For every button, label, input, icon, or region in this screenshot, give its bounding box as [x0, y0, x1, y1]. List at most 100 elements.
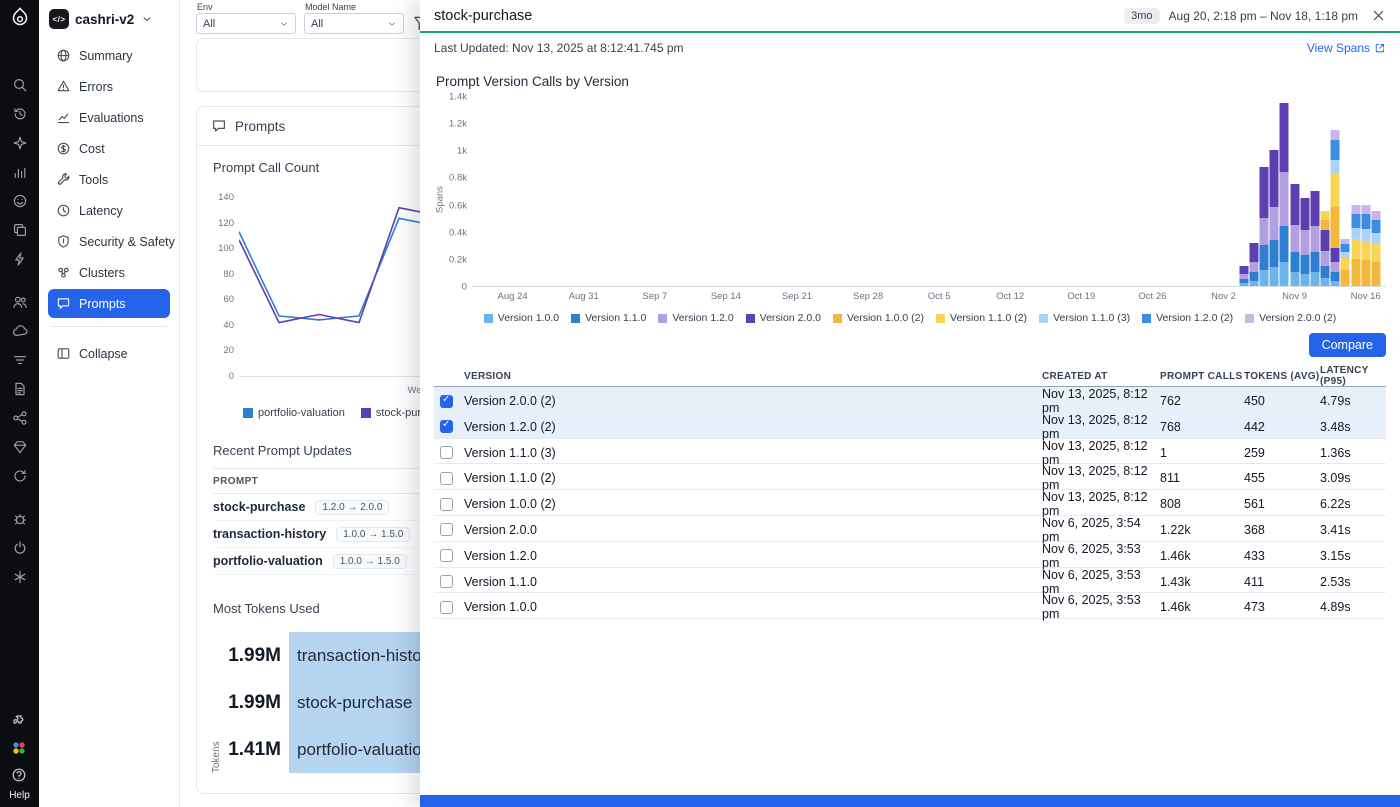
sidebar-item-tools[interactable]: Tools — [48, 165, 170, 194]
filter-env: EnvAll — [196, 2, 296, 34]
version-row[interactable]: Version 1.1.0Nov 6, 2025, 3:53 pm1.43k41… — [434, 568, 1386, 594]
column-header[interactable]: CREATED AT — [1042, 371, 1160, 382]
sidebar-item-label: Clusters — [79, 266, 125, 280]
stacked-bar[interactable] — [1280, 103, 1289, 286]
bar-segment — [1300, 198, 1309, 231]
stacked-bar[interactable] — [1270, 150, 1279, 286]
stacked-bar[interactable] — [1331, 130, 1340, 286]
legend-item[interactable]: Version 1.1.0 (3) — [1039, 312, 1130, 324]
feedback-smile-icon[interactable] — [12, 193, 28, 209]
time-range-badge[interactable]: 3mo — [1124, 8, 1159, 24]
spans-axis-label: Spans — [434, 97, 446, 303]
legend-item[interactable]: Version 1.2.0 (2) — [1142, 312, 1233, 324]
version-row[interactable]: Version 1.1.0 (3)Nov 13, 2025, 8:12 pm12… — [434, 439, 1386, 465]
history-icon[interactable] — [12, 106, 28, 122]
legend-item[interactable]: Version 1.0.0 (2) — [833, 312, 924, 324]
row-checkbox[interactable] — [440, 575, 453, 588]
cloud-icon[interactable] — [12, 323, 28, 339]
asterisk-icon[interactable] — [12, 569, 28, 585]
app-logo-icon[interactable] — [7, 5, 33, 31]
row-checkbox[interactable] — [440, 523, 453, 536]
stacked-bar[interactable] — [1310, 191, 1319, 286]
filter-lines-icon[interactable] — [12, 352, 28, 368]
help-label[interactable]: Help — [9, 790, 30, 801]
view-spans-link[interactable]: View Spans — [1307, 41, 1386, 55]
legend-swatch — [361, 408, 371, 418]
time-range-text[interactable]: Aug 20, 2:18 pm – Nov 18, 1:18 pm — [1169, 9, 1358, 23]
stacked-bar[interactable] — [1321, 211, 1330, 286]
users-icon[interactable] — [12, 294, 28, 310]
stacked-bar[interactable] — [1361, 205, 1370, 286]
row-checkbox[interactable] — [440, 601, 453, 614]
sparkle-icon[interactable] — [12, 135, 28, 151]
latency-cell: 3.41s — [1320, 523, 1386, 537]
legend-item[interactable]: Version 2.0.0 (2) — [1245, 312, 1336, 324]
column-header[interactable]: TOKENS (AVG) — [1244, 371, 1320, 382]
power-icon[interactable] — [12, 540, 28, 556]
legend-item[interactable]: Version 1.0.0 — [484, 312, 559, 324]
puzzle-icon[interactable] — [11, 713, 27, 729]
prompt-calls-cell: 1 — [1160, 446, 1244, 460]
help-question-icon[interactable] — [11, 767, 27, 783]
stacked-bar[interactable] — [1300, 198, 1309, 286]
legend-item[interactable]: portfolio-valuation — [243, 407, 345, 419]
integrations-logo-icon[interactable] — [11, 740, 27, 756]
sidebar-item-cost[interactable]: Cost — [48, 134, 170, 163]
column-header[interactable]: LATENCY (P95) — [1320, 365, 1386, 387]
legend-item[interactable]: Version 1.2.0 — [658, 312, 733, 324]
stacked-bar[interactable] — [1290, 184, 1299, 286]
version-row[interactable]: Version 1.2.0 (2)Nov 13, 2025, 8:12 pm76… — [434, 413, 1386, 439]
row-checkbox[interactable] — [440, 472, 453, 485]
search-icon[interactable] — [12, 77, 28, 93]
version-row[interactable]: Version 1.0.0 (2)Nov 13, 2025, 8:12 pm80… — [434, 490, 1386, 516]
document-icon[interactable] — [12, 381, 28, 397]
compare-button[interactable]: Compare — [1309, 333, 1386, 357]
legend-label: Version 1.1.0 (3) — [1053, 312, 1130, 324]
legend-item[interactable]: Version 1.1.0 (2) — [936, 312, 1027, 324]
sidebar-item-prompts[interactable]: Prompts — [48, 289, 170, 318]
filter-select[interactable]: All — [196, 13, 296, 34]
bar-segment — [1310, 226, 1319, 252]
lightning-icon[interactable] — [12, 251, 28, 267]
sidebar-item-summary[interactable]: Summary — [48, 41, 170, 70]
version-row[interactable]: Version 1.1.0 (2)Nov 13, 2025, 8:12 pm81… — [434, 464, 1386, 490]
bug-icon[interactable] — [12, 511, 28, 527]
version-row[interactable]: Version 1.2.0Nov 6, 2025, 3:53 pm1.46k43… — [434, 542, 1386, 568]
bar-chart-icon[interactable] — [12, 164, 28, 180]
row-checkbox[interactable] — [440, 549, 453, 562]
stacked-bar[interactable] — [1239, 266, 1248, 286]
project-switcher[interactable]: </> cashri-v2 — [39, 0, 179, 37]
row-checkbox[interactable] — [440, 395, 453, 408]
legend-item[interactable]: Version 1.1.0 — [571, 312, 646, 324]
stacked-bar[interactable] — [1351, 205, 1360, 286]
filter-select[interactable]: All — [304, 13, 404, 34]
bar-segment — [1280, 103, 1289, 172]
legend-item[interactable]: Version 2.0.0 — [746, 312, 821, 324]
bar-segment — [1371, 211, 1380, 219]
row-checkbox[interactable] — [440, 420, 453, 433]
row-checkbox[interactable] — [440, 446, 453, 459]
close-icon[interactable] — [1371, 8, 1386, 23]
refresh-icon[interactable] — [12, 468, 28, 484]
sidebar-item-errors[interactable]: Errors — [48, 72, 170, 101]
stacked-bar[interactable] — [1249, 243, 1258, 286]
stacked-bar[interactable] — [1260, 167, 1269, 286]
column-header[interactable]: PROMPT CALLS — [1160, 371, 1244, 382]
version-row[interactable]: Version 2.0.0Nov 6, 2025, 3:54 pm1.22k36… — [434, 516, 1386, 542]
version-row[interactable]: Version 2.0.0 (2)Nov 13, 2025, 8:12 pm76… — [434, 387, 1386, 413]
stacked-bar[interactable] — [1371, 211, 1380, 286]
column-header[interactable]: VERSION — [464, 371, 1042, 382]
version-row[interactable]: Version 1.0.0Nov 6, 2025, 3:53 pm1.46k47… — [434, 593, 1386, 619]
legend-swatch — [1245, 314, 1254, 323]
gem-icon[interactable] — [12, 439, 28, 455]
legend-swatch — [936, 314, 945, 323]
row-checkbox[interactable] — [440, 498, 453, 511]
sidebar-item-latency[interactable]: Latency — [48, 196, 170, 225]
share-nodes-icon[interactable] — [12, 410, 28, 426]
stacked-bar[interactable] — [1341, 239, 1350, 286]
copy-icon[interactable] — [12, 222, 28, 238]
sidebar-item-evaluations[interactable]: Evaluations — [48, 103, 170, 132]
sidebar-item-security-safety[interactable]: Security & Safety — [48, 227, 170, 256]
sidebar-collapse-button[interactable]: Collapse — [48, 339, 170, 368]
sidebar-item-clusters[interactable]: Clusters — [48, 258, 170, 287]
